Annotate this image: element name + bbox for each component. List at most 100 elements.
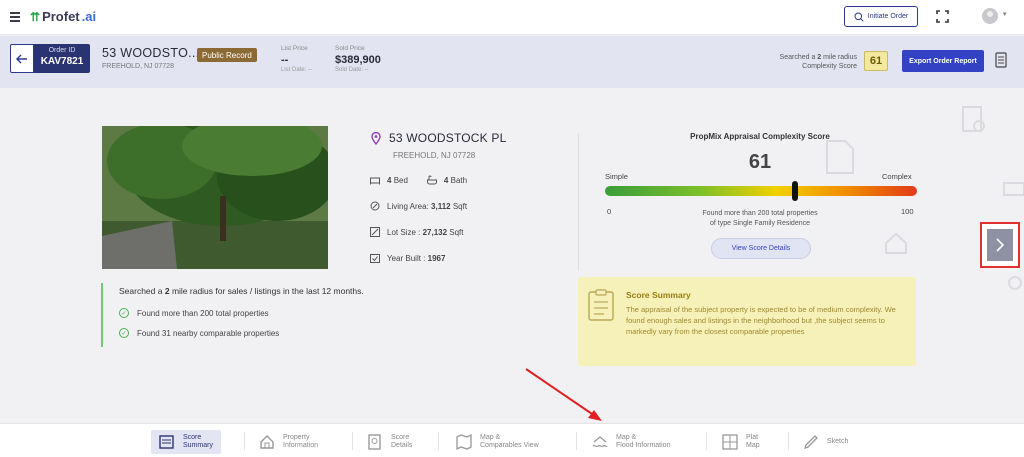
complexity-score-label: Complexity Score bbox=[802, 63, 857, 70]
search-document-icon bbox=[962, 106, 985, 132]
chevron-down-icon[interactable]: ▾ bbox=[1003, 10, 1007, 18]
sold-price-label: Sold Price bbox=[335, 45, 365, 52]
check-circle-icon: ✓ bbox=[119, 308, 129, 318]
tab-label-line2: Flood Information bbox=[616, 442, 671, 449]
tab-label-line1: Sketch bbox=[827, 438, 849, 445]
complexity-gauge bbox=[605, 181, 917, 201]
lot-size-value: 27,132 bbox=[422, 227, 448, 237]
document-watermark-icon bbox=[826, 140, 854, 174]
tab-divider bbox=[244, 432, 245, 450]
search-info-pre: Searched a bbox=[779, 54, 818, 61]
printer-icon bbox=[1003, 182, 1024, 196]
list-date: List Date: -- bbox=[281, 67, 313, 73]
tab-sketch[interactable]: Sketch bbox=[803, 430, 848, 454]
score-summary-title: Score Summary bbox=[626, 290, 691, 300]
property-title: 53 WOODSTOCK PL bbox=[389, 131, 507, 145]
living-area-row: Living Area: 3,112 Sqft bbox=[370, 201, 467, 211]
list-price: List Price -- List Date: -- bbox=[281, 45, 312, 73]
report-document-icon[interactable] bbox=[995, 52, 1007, 68]
tab-label-line1: Map & bbox=[480, 434, 501, 441]
lot-size-label: Lot Size : bbox=[387, 227, 423, 237]
sketch-icon bbox=[803, 435, 818, 450]
score-summary-box: Score Summary The appraisal of the subje… bbox=[578, 277, 916, 366]
order-city: FREEHOLD, NJ 07728 bbox=[102, 63, 174, 70]
bed-label: Bed bbox=[393, 175, 408, 185]
tab-score-summary[interactable]: Score Summary bbox=[151, 430, 221, 454]
beds-baths-row: 4 Bed 4 Bath bbox=[370, 175, 467, 185]
card-divider bbox=[578, 133, 579, 271]
location-pin-icon bbox=[371, 131, 381, 145]
tab-score-details[interactable]: Score Details bbox=[367, 430, 412, 454]
living-area-value: 3,112 bbox=[431, 201, 451, 211]
year-built-row: Year Built : 1967 bbox=[370, 253, 445, 263]
radius-title-post: mile radius for sales / listings in the … bbox=[169, 286, 364, 296]
found-properties-text: Found more than 200 total properties of … bbox=[670, 209, 850, 229]
complexity-title: PropMix Appraisal Complexity Score bbox=[690, 132, 830, 141]
order-id-value: KAV7821 bbox=[40, 56, 84, 67]
tab-divider bbox=[438, 432, 439, 450]
calendar-icon bbox=[370, 254, 380, 263]
hamburger-menu-icon[interactable] bbox=[10, 12, 20, 22]
map-icon bbox=[456, 434, 472, 450]
house-icon bbox=[260, 435, 274, 449]
avatar[interactable] bbox=[982, 8, 998, 24]
tab-label-line2: Summary bbox=[183, 442, 213, 449]
lot-size-unit: Sqft bbox=[447, 227, 464, 237]
view-score-details-button[interactable]: View Score Details bbox=[711, 238, 811, 259]
list-item: ✓ Found more than 200 total properties bbox=[119, 308, 501, 318]
complexity-score-value: 61 bbox=[748, 151, 772, 173]
gauge-min-label: 0 bbox=[607, 207, 612, 216]
radius-title-pre: Searched a bbox=[119, 286, 165, 296]
sold-price-value: $389,900 bbox=[335, 54, 381, 66]
document-icon bbox=[588, 289, 614, 321]
year-built-label: Year Built : bbox=[387, 253, 428, 263]
tab-label-line1: Plat bbox=[746, 434, 759, 441]
tab-divider bbox=[352, 432, 353, 450]
property-photo bbox=[102, 126, 328, 269]
app-logo[interactable]: ⇈ Profet .ai bbox=[30, 9, 96, 24]
tab-divider bbox=[576, 432, 577, 450]
chevron-right-icon bbox=[996, 238, 1005, 252]
tab-plat-map[interactable]: Plat Map bbox=[722, 430, 760, 454]
next-arrow-inner bbox=[987, 229, 1013, 261]
tab-label-line1: Property bbox=[283, 434, 310, 441]
tab-label-line2: Details bbox=[391, 442, 413, 449]
tab-label-line2: Comparables View bbox=[480, 442, 539, 449]
initiate-order-button[interactable]: Initiate Order bbox=[844, 6, 918, 27]
tab-property-information[interactable]: Property Information bbox=[259, 430, 318, 454]
tab-map-flood-information[interactable]: Map & Flood Information bbox=[592, 430, 670, 454]
check-circle-icon: ✓ bbox=[119, 328, 129, 338]
logo-mark-icon: ⇈ bbox=[30, 9, 41, 24]
gauge-high-label: Complex bbox=[882, 172, 912, 181]
gauge-max-label: 100 bbox=[901, 207, 914, 216]
bath-icon bbox=[426, 175, 437, 185]
lot-size-icon bbox=[370, 227, 380, 237]
list-item: ✓ Found 31 nearby comparable properties bbox=[119, 328, 501, 338]
public-record-badge: Public Record bbox=[197, 48, 257, 62]
property-title-row: 53 WOODSTOCK PL bbox=[371, 131, 506, 145]
found-line-2: of type Single Family Residence bbox=[710, 220, 810, 227]
radius-item-1: Found more than 200 total properties bbox=[137, 308, 269, 318]
export-order-report-button[interactable]: Export Order Report bbox=[902, 50, 984, 72]
house-watermark-icon bbox=[885, 232, 907, 254]
radius-title: Searched a 2 mile radius for sales / lis… bbox=[119, 286, 501, 296]
tab-label-line1: Map & bbox=[616, 434, 637, 441]
initiate-order-label: Initiate Order bbox=[867, 13, 909, 20]
logo-suffix: .ai bbox=[81, 9, 97, 24]
fullscreen-icon[interactable] bbox=[936, 10, 949, 23]
annotation-arrow bbox=[525, 368, 602, 421]
living-area-unit: Sqft bbox=[450, 201, 468, 211]
gauge-marker bbox=[792, 181, 799, 201]
score-details-icon bbox=[368, 434, 381, 450]
tab-label-line1: Score bbox=[391, 434, 410, 441]
radius-item-2: Found 31 nearby comparable properties bbox=[137, 328, 280, 338]
order-header: Order ID KAV7821 53 WOODSTO... FREEHOLD,… bbox=[0, 36, 1024, 88]
tab-label-line2: Information bbox=[283, 442, 319, 449]
property-photo-image bbox=[102, 126, 328, 269]
bath-count: 4 bbox=[443, 175, 449, 185]
year-built-value: 1967 bbox=[427, 253, 446, 263]
living-area-label: Living Area: bbox=[387, 201, 432, 211]
tab-map-comparables[interactable]: Map & Comparables View bbox=[456, 430, 539, 454]
back-button[interactable] bbox=[10, 44, 34, 73]
next-arrow-button[interactable] bbox=[980, 222, 1020, 268]
